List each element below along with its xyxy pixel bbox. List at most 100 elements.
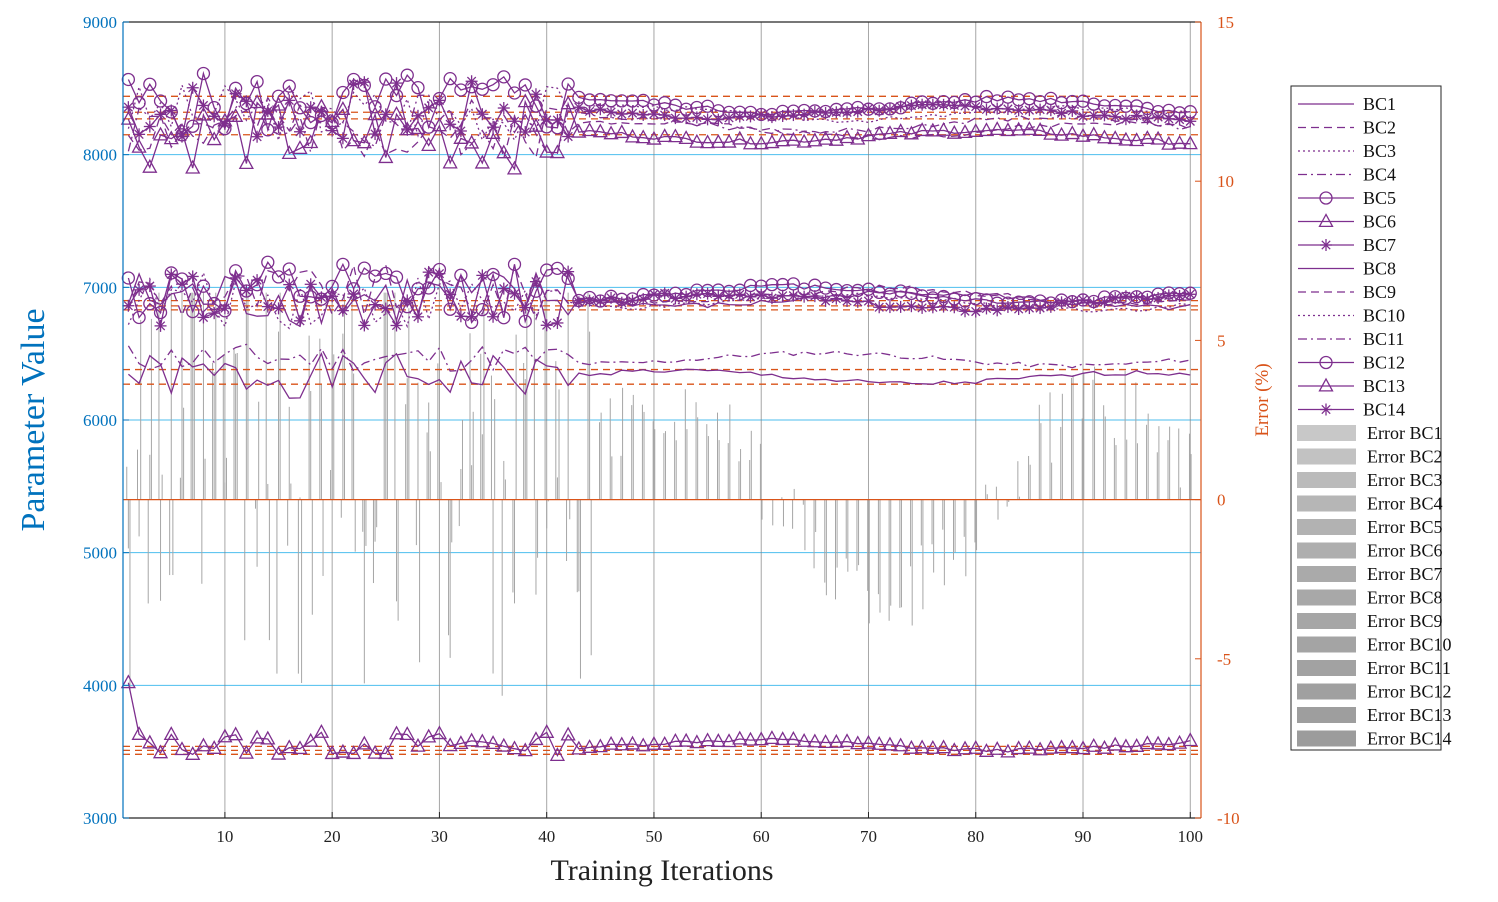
legend-label: Error BC14: [1367, 729, 1452, 749]
legend-swatch: [1297, 730, 1356, 747]
data-point: [798, 290, 811, 303]
data-point: [1173, 113, 1186, 126]
data-point: [1077, 110, 1090, 123]
y-tick-label-right: -10: [1217, 809, 1240, 828]
legend-label: BC11: [1363, 329, 1404, 349]
data-point: [851, 105, 864, 118]
legend-item-error-14: Error BC14: [1297, 729, 1452, 749]
data-point: [1162, 112, 1175, 125]
legend-label: Error BC5: [1367, 517, 1443, 537]
data-point: [1184, 115, 1197, 128]
data-point: [916, 98, 929, 111]
data-point: [465, 75, 478, 88]
data-point: [1119, 113, 1132, 126]
y-axis-left-label: Parameter Value: [15, 308, 52, 531]
data-point: [680, 112, 693, 125]
data-point: [841, 106, 854, 119]
data-point: [1087, 296, 1100, 309]
legend-label: BC10: [1363, 306, 1405, 326]
data-point: [1141, 112, 1154, 125]
data-point: [615, 108, 628, 121]
data-point: [508, 115, 521, 128]
legend-item-error-3: Error BC3: [1297, 470, 1443, 490]
y-axis-right-label: Error (%): [1252, 363, 1273, 436]
data-point: [776, 289, 789, 302]
legend-label: BC6: [1363, 212, 1396, 232]
data-point: [1012, 303, 1025, 316]
data-point: [175, 130, 188, 143]
data-point: [680, 290, 693, 303]
data-point: [948, 99, 961, 112]
legend-swatch: [1297, 495, 1356, 512]
data-point: [540, 113, 553, 126]
data-point: [905, 99, 918, 112]
legend-label: BC7: [1363, 235, 1396, 255]
data-point: [723, 111, 736, 124]
x-tick-label: 20: [324, 827, 341, 846]
x-tick-label: 30: [431, 827, 448, 846]
data-point: [862, 102, 875, 115]
x-tick-label: 80: [967, 827, 984, 846]
legend-swatch: [1297, 683, 1356, 700]
legend-item-error-10: Error BC10: [1297, 635, 1452, 655]
x-axis-label: Training Iterations: [550, 854, 773, 887]
x-tick-label: 90: [1075, 827, 1092, 846]
y-tick-label-right: 10: [1217, 172, 1234, 191]
legend-swatch: [1297, 448, 1356, 465]
legend-swatch: [1297, 566, 1356, 582]
legend-item-error-12: Error BC12: [1297, 682, 1452, 702]
legend-swatch: [1297, 425, 1356, 441]
y-tick-label-left: 7000: [83, 278, 117, 297]
x-tick-label: 40: [538, 827, 555, 846]
data-point: [551, 114, 564, 127]
data-point: [497, 102, 510, 115]
legend-label: Error BC6: [1367, 541, 1443, 561]
legend-label: Error BC10: [1367, 635, 1452, 655]
data-point: [562, 130, 575, 143]
data-point: [959, 100, 972, 113]
legend-label: Error BC12: [1367, 682, 1452, 702]
data-point: [841, 294, 854, 307]
legend-swatch: [1297, 542, 1356, 559]
y-tick-label-left: 4000: [83, 676, 117, 695]
y-tick-label-right: -5: [1217, 650, 1231, 669]
data-point: [776, 109, 789, 122]
legend: BC1 BC2 BC3 BC4 BC5 BC6 BC7 BC8 BC9 BC10 BC11 BC12 B…: [1290, 85, 1452, 751]
data-point: [143, 280, 156, 293]
legend-swatch: [1297, 660, 1356, 676]
legend-label: BC1: [1363, 94, 1396, 114]
legend-item-error-9: Error BC9: [1297, 611, 1443, 631]
data-point: [240, 95, 253, 108]
legend-label: BC9: [1363, 282, 1396, 302]
y-tick-label-left: 5000: [83, 544, 117, 563]
data-point: [787, 109, 800, 122]
legend-label: BC8: [1363, 259, 1396, 279]
y-tick-label-right: 0: [1217, 491, 1226, 510]
data-point: [143, 120, 156, 133]
legend-item-error-2: Error BC2: [1297, 447, 1443, 467]
legend-label: Error BC4: [1367, 494, 1443, 514]
data-point: [1044, 104, 1057, 117]
data-point: [1098, 109, 1111, 122]
legend-label: Error BC1: [1367, 423, 1443, 443]
legend-label: BC5: [1363, 188, 1396, 208]
data-point: [229, 87, 242, 100]
data-point: [347, 78, 360, 91]
legend-item-error-7: Error BC7: [1297, 564, 1443, 584]
data-point: [605, 291, 618, 304]
legend-swatch: [1297, 636, 1356, 653]
x-tick-label: 60: [753, 827, 770, 846]
data-point: [1109, 110, 1122, 123]
legend-swatch: [1297, 472, 1356, 488]
legend-label: Error BC2: [1367, 447, 1443, 467]
data-point: [1152, 111, 1165, 124]
legend-label: BC14: [1363, 400, 1405, 420]
data-point: [712, 113, 725, 126]
data-point: [744, 110, 757, 123]
data-point: [1023, 104, 1036, 117]
legend-item-error-8: Error BC8: [1297, 588, 1443, 608]
legend-item-error-11: Error BC11: [1297, 658, 1451, 678]
x-tick-label: 100: [1178, 827, 1204, 846]
legend-label: BC4: [1363, 165, 1396, 185]
data-point: [165, 104, 178, 117]
